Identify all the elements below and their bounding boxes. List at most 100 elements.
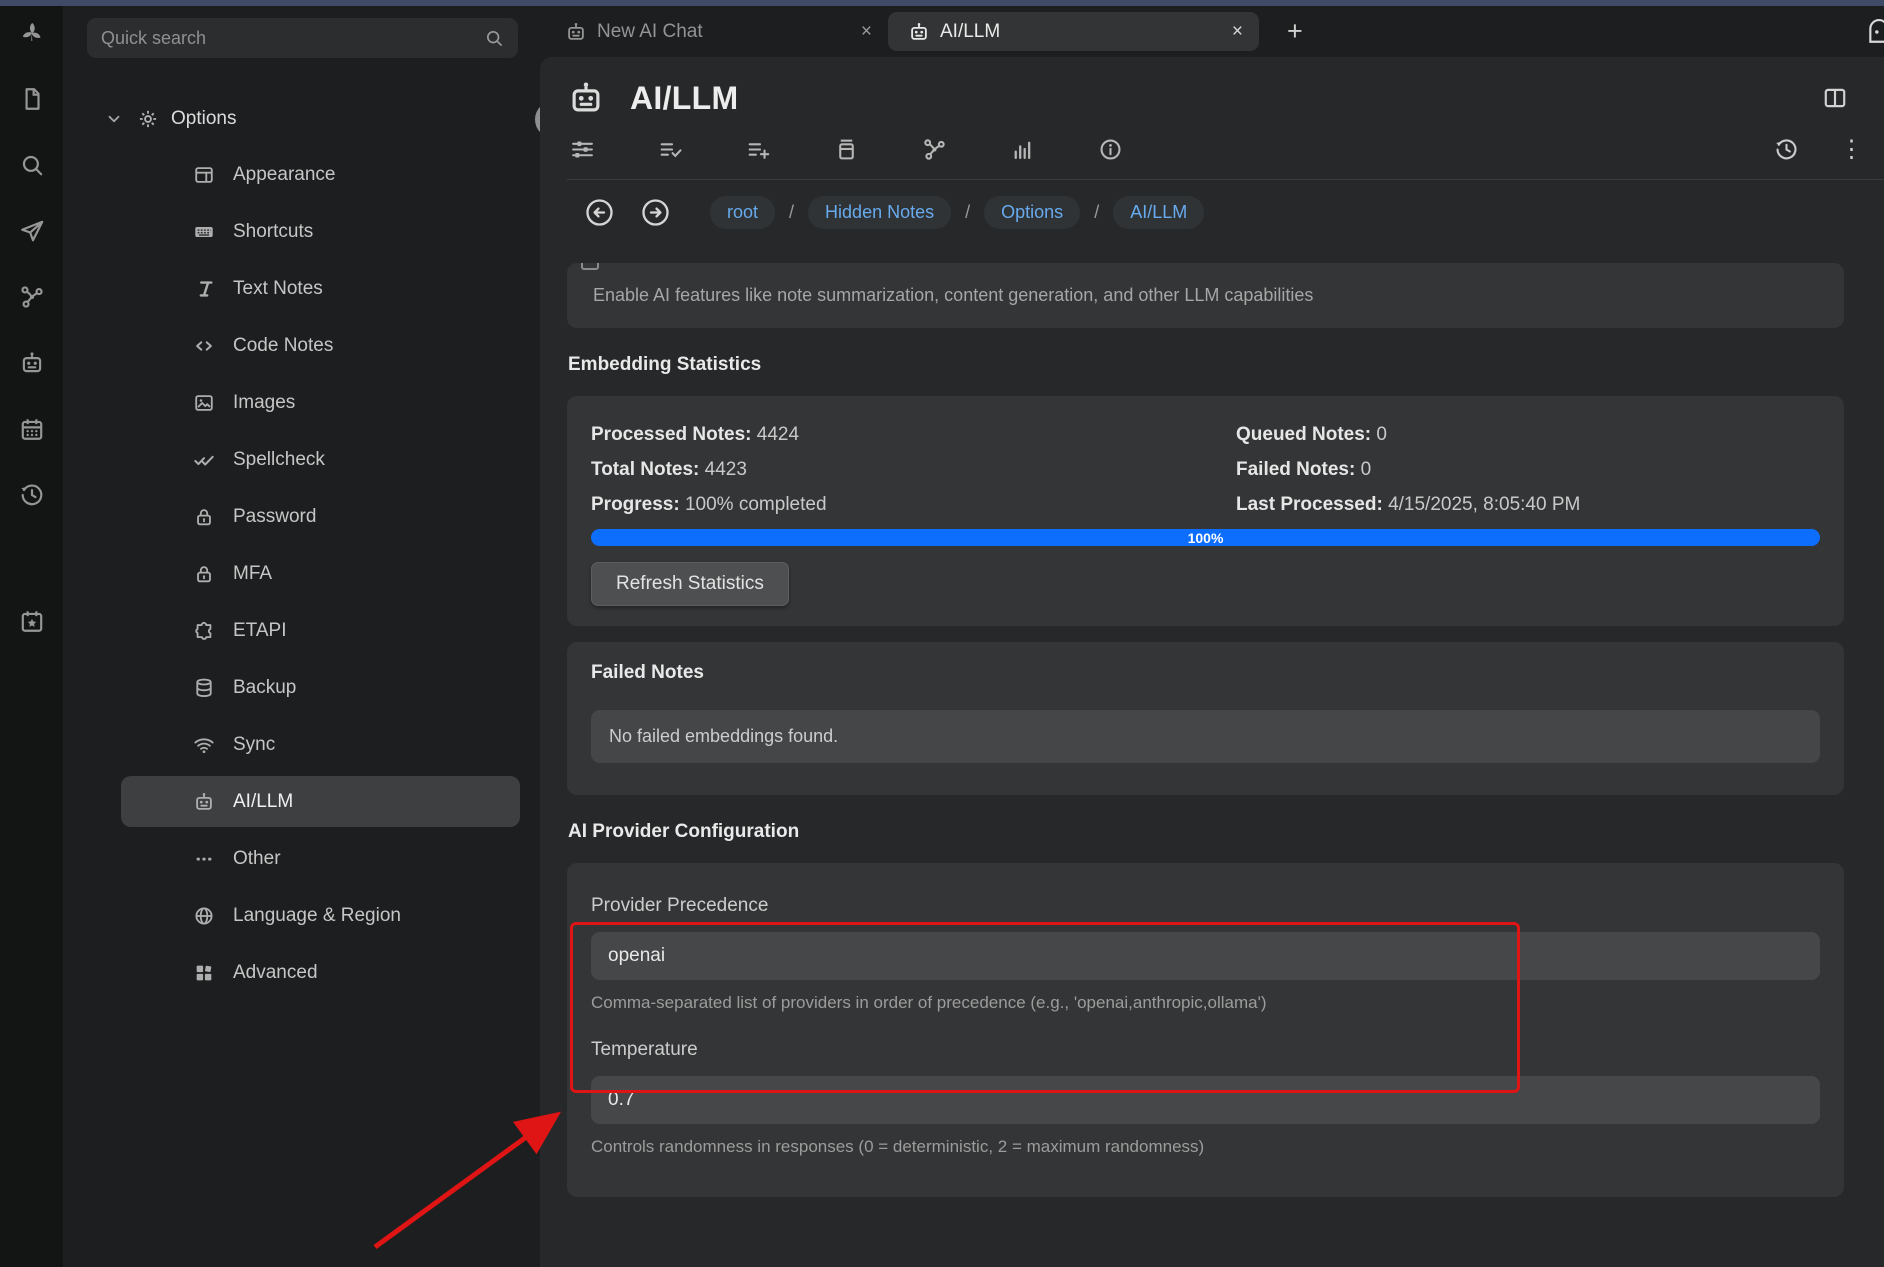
inherited-attributes-icon[interactable]	[746, 137, 771, 162]
tree-item-code-notes[interactable]: Code Notes	[63, 317, 540, 374]
note-map-icon[interactable]	[922, 137, 947, 162]
refresh-statistics-button[interactable]: Refresh Statistics	[591, 562, 789, 606]
back-button[interactable]	[584, 197, 615, 228]
main-area: New AI Chat × AI/LLM × + AI/LLM ⋮	[540, 6, 1884, 1267]
basic-properties-icon[interactable]	[570, 137, 595, 162]
breadcrumb-ai-llm[interactable]: AI/LLM	[1113, 196, 1204, 229]
tree-item-label: Options	[171, 108, 236, 130]
breadcrumb-root[interactable]: root	[710, 196, 775, 229]
trilium-logo-icon[interactable]	[17, 18, 47, 48]
options-tree: Appearance Shortcuts Text Notes Code Not…	[63, 146, 540, 1001]
tab-bar: New AI Chat × AI/LLM × +	[540, 6, 1884, 57]
tree-item-label: ETAPI	[233, 620, 287, 642]
note-info-icon[interactable]	[1010, 137, 1035, 162]
grid-icon	[193, 962, 215, 984]
embedding-stats-card: Processed Notes: 4424 Queued Notes: 0 To…	[567, 396, 1844, 626]
new-tab-button[interactable]: +	[1287, 18, 1303, 45]
tree-item-label: Sync	[233, 734, 275, 756]
bookmarked-day-icon[interactable]	[17, 606, 47, 636]
progress-label: 100%	[591, 529, 1820, 546]
tree-item-sync[interactable]: Sync	[63, 716, 540, 773]
ribbon-toolbar: ⋮	[540, 117, 1884, 162]
tree-item-language-region[interactable]: Language & Region	[63, 887, 540, 944]
tree-item-images[interactable]: Images	[63, 374, 540, 431]
new-note-icon[interactable]	[17, 84, 47, 114]
image-icon	[193, 392, 215, 414]
split-view-icon[interactable]	[1822, 85, 1848, 111]
provider-config-card: Provider Precedence Comma-separated list…	[567, 863, 1844, 1197]
quick-search[interactable]	[87, 18, 518, 58]
info-icon[interactable]	[1098, 137, 1123, 162]
breadcrumb: root / Hidden Notes / Options / AI/LLM	[540, 180, 1884, 229]
robot-icon	[567, 79, 605, 117]
text-icon	[193, 278, 215, 300]
temperature-input[interactable]	[591, 1076, 1820, 1124]
tree-item-spellcheck[interactable]: Spellcheck	[63, 431, 540, 488]
tree-item-label: Code Notes	[233, 335, 333, 357]
jump-to-note-icon[interactable]	[17, 216, 47, 246]
temperature-group: Temperature Controls randomness in respo…	[591, 1039, 1820, 1157]
tree-item-other[interactable]: Other	[63, 830, 540, 887]
note-title-row: AI/LLM	[540, 57, 1884, 117]
tree-item-mfa[interactable]: MFA	[63, 545, 540, 602]
breadcrumb-separator: /	[1094, 202, 1099, 223]
breadcrumb-options[interactable]: Options	[984, 196, 1080, 229]
failed-notes-empty-message: No failed embeddings found.	[591, 710, 1820, 763]
close-tab-icon[interactable]: ×	[1232, 22, 1243, 41]
note-paths-icon[interactable]	[834, 137, 859, 162]
note-detail-panel: AI/LLM ⋮ root / Hidden Notes / Options /	[540, 57, 1884, 1267]
note-tree-sidebar: Options Appearance Shortcuts Text Notes …	[63, 6, 540, 1267]
revision-history-icon[interactable]	[1774, 137, 1799, 162]
tree-item-label: Spellcheck	[233, 449, 325, 471]
tree-item-label: AI/LLM	[233, 791, 293, 813]
tree-item-advanced[interactable]: Advanced	[63, 944, 540, 1001]
tree-item-backup[interactable]: Backup	[63, 659, 540, 716]
lock-icon	[193, 506, 215, 528]
tree-item-label: Shortcuts	[233, 221, 313, 243]
recent-changes-icon[interactable]	[17, 480, 47, 510]
ai-chat-icon[interactable]	[17, 348, 47, 378]
breadcrumb-separator: /	[965, 202, 970, 223]
owned-attributes-icon[interactable]	[658, 137, 683, 162]
breadcrumb-hidden-notes[interactable]: Hidden Notes	[808, 196, 951, 229]
stat-last-processed: Last Processed: 4/15/2025, 8:05:40 PM	[1236, 494, 1820, 516]
section-heading-provider: AI Provider Configuration	[568, 821, 1844, 843]
provider-precedence-label: Provider Precedence	[591, 895, 1820, 917]
code-icon	[193, 335, 215, 357]
ai-intro-card: Enable AI features like note summarizati…	[567, 263, 1844, 328]
tree-item-shortcuts[interactable]: Shortcuts	[63, 203, 540, 260]
calendar-icon[interactable]	[17, 414, 47, 444]
tree-item-label: Advanced	[233, 962, 318, 984]
tree-item-label: Other	[233, 848, 281, 870]
stat-progress: Progress: 100% completed	[591, 494, 1236, 516]
tree-item-text-notes[interactable]: Text Notes	[63, 260, 540, 317]
keyboard-icon	[193, 221, 215, 243]
robot-icon	[565, 21, 587, 43]
stat-queued-notes: Queued Notes: 0	[1236, 424, 1820, 446]
tree-item-password[interactable]: Password	[63, 488, 540, 545]
breadcrumb-separator: /	[789, 202, 794, 223]
tree-item-etapi[interactable]: ETAPI	[63, 602, 540, 659]
notifications-icon[interactable]	[1865, 19, 1884, 45]
lock-icon	[193, 563, 215, 585]
check-double-icon	[193, 449, 215, 471]
tab-label: New AI Chat	[597, 21, 847, 43]
close-tab-icon[interactable]: ×	[861, 22, 872, 41]
provider-precedence-group: Provider Precedence Comma-separated list…	[591, 895, 1820, 1013]
search-icon	[484, 28, 504, 48]
quick-search-input[interactable]	[101, 28, 484, 49]
failed-notes-heading: Failed Notes	[591, 662, 1820, 684]
tree-item-label: Backup	[233, 677, 296, 699]
search-icon[interactable]	[17, 150, 47, 180]
tree-item-options[interactable]: Options	[63, 98, 540, 140]
chevron-down-icon[interactable]	[105, 110, 123, 128]
section-heading-embedding: Embedding Statistics	[568, 354, 1844, 376]
provider-precedence-input[interactable]	[591, 932, 1820, 980]
kebab-menu-icon[interactable]: ⋮	[1839, 137, 1864, 162]
relation-map-icon[interactable]	[17, 282, 47, 312]
tree-item-appearance[interactable]: Appearance	[63, 146, 540, 203]
tab-ai-llm[interactable]: AI/LLM ×	[888, 12, 1259, 51]
tree-item-ai-llm[interactable]: AI/LLM	[63, 773, 540, 830]
forward-button[interactable]	[640, 197, 671, 228]
tab-new-ai-chat[interactable]: New AI Chat ×	[540, 6, 888, 57]
